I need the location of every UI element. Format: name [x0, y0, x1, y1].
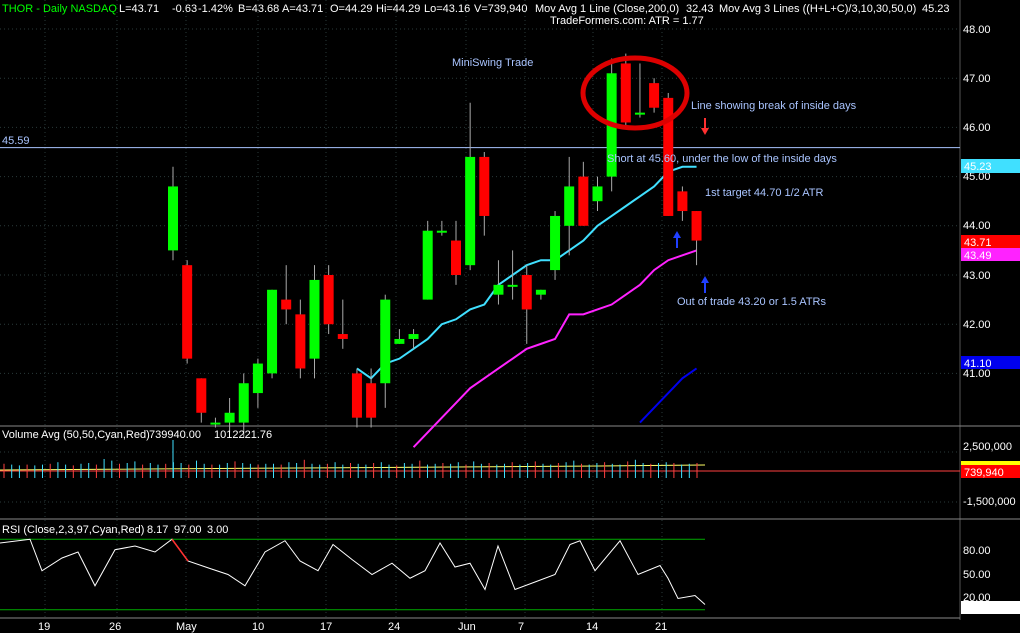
header-atr: TradeFormers.com: ATR = 1.77: [550, 15, 704, 27]
candle-body: [309, 279, 320, 359]
candle-body: [295, 314, 306, 369]
header-bid: B=43.68: [238, 3, 279, 15]
candle-body: [521, 275, 532, 310]
x-tick: 24: [388, 621, 400, 633]
x-tick: Jun: [458, 621, 476, 633]
candle-body: [168, 186, 178, 251]
rsi-title: RSI (Close,2,3,97,Cyan,Red): [2, 524, 144, 536]
candle-body: [620, 63, 631, 123]
candle-body: [351, 373, 362, 418]
x-tick: 7: [518, 621, 524, 633]
header-low: Lo=43.16: [424, 3, 470, 15]
price-tick: 44.00: [963, 220, 991, 232]
rsi-value: 8.17: [147, 524, 168, 536]
candle-body: [550, 215, 561, 271]
chart-background: [0, 0, 1020, 633]
svg-text:8.17: 8.17: [964, 603, 985, 615]
volume-tick: -1,500,000: [963, 496, 1016, 508]
price-tick: 48.00: [963, 24, 991, 36]
svg-text:41.10: 41.10: [964, 358, 992, 370]
candle-body: [535, 289, 546, 295]
candle-body: [493, 284, 504, 295]
svg-text:43.71: 43.71: [964, 237, 992, 249]
header-ma1-label: Mov Avg 1 Line (Close,200,0): [535, 3, 679, 15]
candle-body: [677, 191, 688, 212]
annotation-miniswing: MiniSwing Trade: [452, 57, 533, 69]
header-change: -0.63: [172, 3, 197, 15]
price-tick: 42.00: [963, 319, 991, 331]
price-tick: 46.00: [963, 122, 991, 134]
annotation-break-line: Line showing break of inside days: [691, 100, 857, 112]
candle-body: [507, 284, 518, 287]
volume-title: Volume Avg (50,50,Cyan,Red): [2, 429, 150, 441]
header-high: Hi=44.29: [376, 3, 420, 15]
header-change-pct: -1.42%: [198, 3, 233, 15]
candle-body: [196, 378, 207, 413]
candle-body: [592, 186, 603, 202]
header-symbol: THOR - Daily NASDAQ: [2, 3, 117, 15]
x-tick: 26: [109, 621, 121, 633]
volume-value-average: 1012221.76: [214, 429, 272, 441]
candle-body: [281, 299, 292, 310]
candle-body: [394, 338, 405, 344]
candle-body: [380, 299, 391, 384]
candle-body: [366, 383, 377, 418]
x-tick: 17: [320, 621, 332, 633]
candle-body: [465, 156, 476, 266]
candle-body: [238, 383, 249, 423]
rsi-lower-level: 3.00: [207, 524, 228, 536]
annotation-out-of-trade: Out of trade 43.20 or 1.5 ATRs: [677, 296, 826, 308]
header-ma1-value: 32.43: [686, 3, 714, 15]
candle-body: [224, 412, 235, 423]
candle-body: [634, 112, 645, 115]
candle-body: [210, 422, 221, 425]
header-volume: V=739,940: [474, 3, 528, 15]
x-tick: 14: [586, 621, 598, 633]
price-tag-ma50: 41.10: [961, 356, 1020, 370]
header-ma3-value: 45.23: [922, 3, 950, 15]
price-tag-last: 43.71: [961, 235, 1020, 249]
volume-value-current: 739940.00: [149, 429, 201, 441]
rsi-upper-level: 97.00: [174, 524, 202, 536]
svg-text:THOR - Daily NASDAQ: THOR - Daily NASDAQ: [2, 3, 117, 15]
candle-body: [267, 289, 278, 374]
x-tick: May: [176, 621, 197, 633]
annotation-short-entry: Short at 45.60, under the low of the ins…: [607, 153, 837, 165]
price-tag-ma10: 45.23: [961, 159, 1020, 173]
candle-body: [578, 176, 589, 226]
volume-tick: 2,500,000: [963, 441, 1012, 453]
candle-body: [252, 363, 263, 394]
svg-text:43.49: 43.49: [964, 250, 992, 262]
rsi-tag: 8.17: [961, 601, 1020, 615]
hline-label: 45.59: [2, 135, 30, 147]
header-ma3-label: Mov Avg 3 Lines ((H+L+C)/3,10,30,50,0): [719, 3, 916, 15]
candle-body: [182, 265, 193, 359]
price-tag-ma30: 43.49: [961, 248, 1020, 262]
candle-body: [479, 156, 490, 216]
candle-body: [408, 334, 419, 339]
price-tick: 47.00: [963, 73, 991, 85]
x-tick: 21: [655, 621, 667, 633]
candle-body: [451, 240, 461, 275]
header-open: O=44.29: [330, 3, 373, 15]
x-tick: 10: [252, 621, 264, 633]
stock-chart[interactable]: THOR - Daily NASDAQ L=43.71 -0.63 -1.42%…: [0, 0, 1020, 633]
price-tick: 43.00: [963, 270, 991, 282]
candle-body: [691, 211, 702, 241]
candle-body: [564, 186, 575, 226]
candle-body: [649, 83, 660, 108]
candle-body: [422, 230, 433, 300]
candle-body: [337, 334, 348, 339]
rsi-tick: 80.00: [963, 545, 991, 557]
rsi-tick: 50.00: [963, 569, 991, 581]
svg-text:739,940: 739,940: [964, 467, 1004, 479]
volume-tag: 739,940: [961, 461, 1020, 479]
x-tick: 19: [38, 621, 50, 633]
candle-body: [436, 230, 447, 233]
header-last: L=43.71: [119, 3, 159, 15]
header-ask: A=43.71: [282, 3, 323, 15]
candle-body: [323, 275, 334, 325]
annotation-first-target: 1st target 44.70 1/2 ATR: [705, 187, 823, 199]
svg-text:45.23: 45.23: [964, 161, 992, 173]
